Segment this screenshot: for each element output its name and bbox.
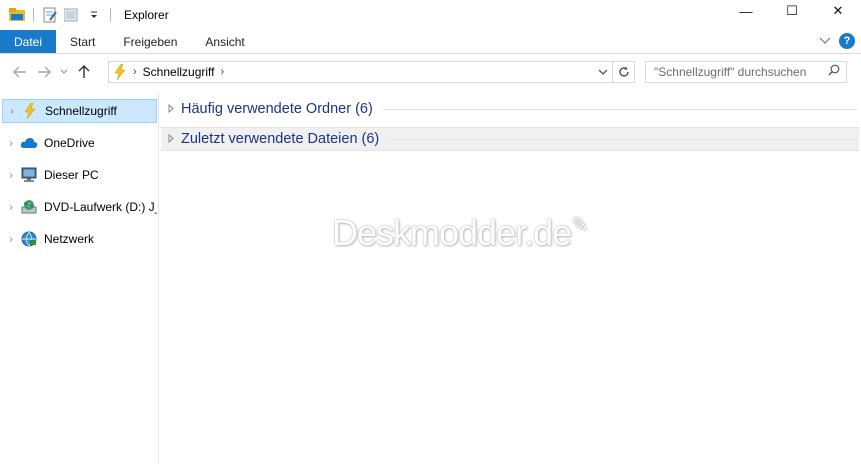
group-expand-icon[interactable] <box>161 133 181 145</box>
quick-access-icon <box>21 102 39 120</box>
refresh-button[interactable] <box>612 62 634 82</box>
expand-chevron-icon[interactable]: › <box>2 170 20 181</box>
minimize-button[interactable]: — <box>723 0 769 22</box>
chevron-down-icon <box>60 69 68 74</box>
search-placeholder: "Schnellzugriff" durchsuchen <box>654 65 807 79</box>
properties-icon[interactable] <box>41 6 59 24</box>
nav-item-netzwerk[interactable]: › Netzwerk <box>2 227 157 251</box>
tab-ansicht[interactable]: Ansicht <box>191 30 258 53</box>
quick-access-toolbar <box>0 6 114 24</box>
this-pc-icon <box>20 166 38 184</box>
watermark-text: Deskmodder.de <box>332 212 572 253</box>
breadcrumb: › Schnellzugriff › <box>109 64 224 80</box>
forward-arrow-icon <box>38 66 51 78</box>
tab-datei[interactable]: Datei <box>0 30 56 53</box>
watermark: Deskmodder.de✎ <box>332 212 588 254</box>
qat-separator <box>33 8 34 22</box>
ribbon-right: ? <box>819 33 855 49</box>
group-label: Zuletzt verwendete Dateien (6) <box>181 131 380 147</box>
group-divider <box>389 138 857 140</box>
back-button[interactable] <box>8 60 32 84</box>
group-expand-icon[interactable] <box>161 103 181 115</box>
help-icon[interactable]: ? <box>839 33 855 49</box>
window-title: Explorer <box>124 8 169 22</box>
customize-qat-icon[interactable] <box>85 6 103 24</box>
breadcrumb-item[interactable]: Schnellzugriff <box>143 65 215 79</box>
nav-item-schnellzugriff[interactable]: › Schnellzugriff <box>2 99 157 123</box>
nav-item-onedrive[interactable]: › OneDrive <box>2 131 157 155</box>
content-area: Häufig verwendete Ordner (6) Zuletzt ver… <box>160 92 861 464</box>
window-controls: — ☐ ✕ <box>723 0 861 22</box>
nav-item-dieser-pc[interactable]: › Dieser PC <box>2 163 157 187</box>
folder-icon[interactable] <box>8 6 26 24</box>
forward-button[interactable] <box>32 60 56 84</box>
chevron-down-icon <box>598 69 608 75</box>
close-button[interactable]: ✕ <box>815 0 861 22</box>
qat-separator <box>110 8 111 22</box>
nav-item-label: Netzwerk <box>44 232 95 246</box>
network-icon <box>20 230 38 248</box>
address-dropdown-button[interactable] <box>594 62 612 82</box>
expand-chevron-icon[interactable]: › <box>2 202 20 213</box>
expand-chevron-icon[interactable]: › <box>2 138 20 149</box>
nav-item-label: DVD-Laufwerk (D:) J_ <box>44 200 157 214</box>
group-frequent-folders[interactable]: Häufig verwendete Ordner (6) <box>161 97 859 121</box>
ribbon-tabs: Datei Start Freigeben Ansicht ? <box>0 30 861 54</box>
group-divider <box>382 108 857 110</box>
quick-access-icon <box>114 64 126 80</box>
back-arrow-icon <box>13 66 26 78</box>
tab-freigeben[interactable]: Freigeben <box>109 30 191 53</box>
nav-item-label: Dieser PC <box>44 168 99 182</box>
refresh-icon <box>618 66 629 77</box>
expand-chevron-icon[interactable]: › <box>3 106 21 117</box>
search-icon[interactable] <box>828 64 840 79</box>
group-recent-files[interactable]: Zuletzt verwendete Dateien (6) <box>161 127 859 151</box>
tab-start[interactable]: Start <box>56 30 109 53</box>
breadcrumb-chevron-icon[interactable]: › <box>133 66 137 78</box>
nav-item-label: OneDrive <box>44 136 95 150</box>
new-folder-icon[interactable] <box>63 6 81 24</box>
nav-item-label: Schnellzugriff <box>45 104 117 118</box>
group-label: Häufig verwendete Ordner (6) <box>181 101 373 117</box>
breadcrumb-chevron-icon[interactable]: › <box>221 66 225 78</box>
onedrive-icon <box>20 134 38 152</box>
nav-item-dvd-laufwerk[interactable]: › DVD-Laufwerk (D:) J_ <box>2 195 157 219</box>
title-bar: Explorer — ☐ ✕ <box>0 0 861 30</box>
address-row: › Schnellzugriff › "Schnellzugriff" durc… <box>0 55 861 89</box>
up-button[interactable] <box>72 60 96 84</box>
expand-ribbon-icon[interactable] <box>819 34 831 48</box>
pencil-icon: ✎ <box>571 214 588 236</box>
expand-chevron-icon[interactable]: › <box>2 234 20 245</box>
search-input[interactable]: "Schnellzugriff" durchsuchen <box>645 61 847 83</box>
navigation-pane: › Schnellzugriff › OneDrive › Dieser PC … <box>0 92 159 464</box>
maximize-button[interactable]: ☐ <box>769 0 815 22</box>
recent-locations-button[interactable] <box>56 60 72 84</box>
address-bar[interactable]: › Schnellzugriff › <box>108 61 635 83</box>
dvd-drive-icon <box>20 198 38 216</box>
up-arrow-icon <box>78 65 90 78</box>
